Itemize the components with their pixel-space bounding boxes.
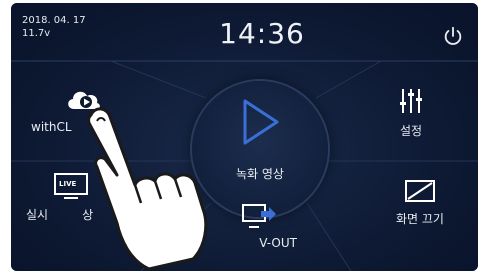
pointing-hand-icon <box>87 107 208 271</box>
voltage-text: 11.7v <box>22 28 51 39</box>
equalizer-icon <box>400 89 422 113</box>
dashcam-device: 2018. 04. 17 11.7v 14:36 withCL 설정 녹화 영상… <box>11 3 478 271</box>
date-text: 2018. 04. 17 <box>22 15 86 26</box>
settings-label: 설정 <box>399 124 423 138</box>
screen-off-label: 화면 끄기 <box>396 212 444 226</box>
status-date-voltage: 2018. 04. 17 11.7v <box>22 14 86 40</box>
screen-off-button[interactable]: 화면 끄기 <box>383 179 457 227</box>
clock-time: 14:36 <box>219 17 305 50</box>
live-label-start: 실시 <box>26 208 49 222</box>
live-badge: LIVE <box>59 180 77 188</box>
tv-out-icon <box>242 204 276 228</box>
power-icon[interactable] <box>442 25 464 47</box>
touch-screen: 2018. 04. 17 11.7v 14:36 withCL 설정 녹화 영상… <box>11 3 478 271</box>
play-icon <box>243 99 279 145</box>
settings-button[interactable]: 설정 <box>381 87 441 139</box>
screen-off-icon <box>405 180 435 202</box>
